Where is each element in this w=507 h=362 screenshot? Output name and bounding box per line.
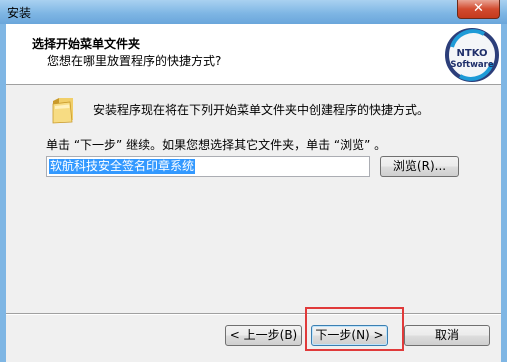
footer-separator [6,313,501,315]
ntko-logo-icon: NTKO Software [445,28,499,82]
title-bar[interactable]: 安装 ✕ [0,0,507,24]
page-title: 选择开始菜单文件夹 [32,37,141,51]
window-frame-right [501,24,507,362]
cancel-button[interactable]: 取消 [404,325,490,346]
back-button[interactable]: < 上一步(B) [225,325,302,346]
page-subtitle: 您想在哪里放置程序的快捷方式? [47,54,222,68]
installer-window: 安装 ✕ 选择开始菜单文件夹 您想在哪里放置程序的快捷方式? NTKO Soft… [0,0,507,362]
next-button[interactable]: 下一步(N) > [311,325,388,346]
logo-text-top: NTKO [457,48,488,59]
close-button[interactable]: ✕ [457,0,500,19]
browse-button[interactable]: 浏览(R)... [380,156,459,177]
info-text: 安装程序现在将在下列开始菜单文件夹中创建程序的快捷方式。 [93,103,430,117]
close-icon: ✕ [473,1,484,16]
instruction-text: 单击 “下一步” 继续。如果您想选择其它文件夹，单击 “浏览” 。 [46,138,387,152]
folder-path-input[interactable]: 软航科技安全签名印章系统 [46,156,370,177]
logo-text-bottom: Software [450,60,494,70]
wizard-header: 选择开始菜单文件夹 您想在哪里放置程序的快捷方式? NTKO Software [6,24,501,85]
window-title: 安装 [7,6,32,20]
folder-path-value: 软航科技安全签名印章系统 [49,159,196,174]
wizard-body: 安装程序现在将在下列开始菜单文件夹中创建程序的快捷方式。 单击 “下一步” 继续… [6,85,501,362]
folder-icon [52,98,73,124]
